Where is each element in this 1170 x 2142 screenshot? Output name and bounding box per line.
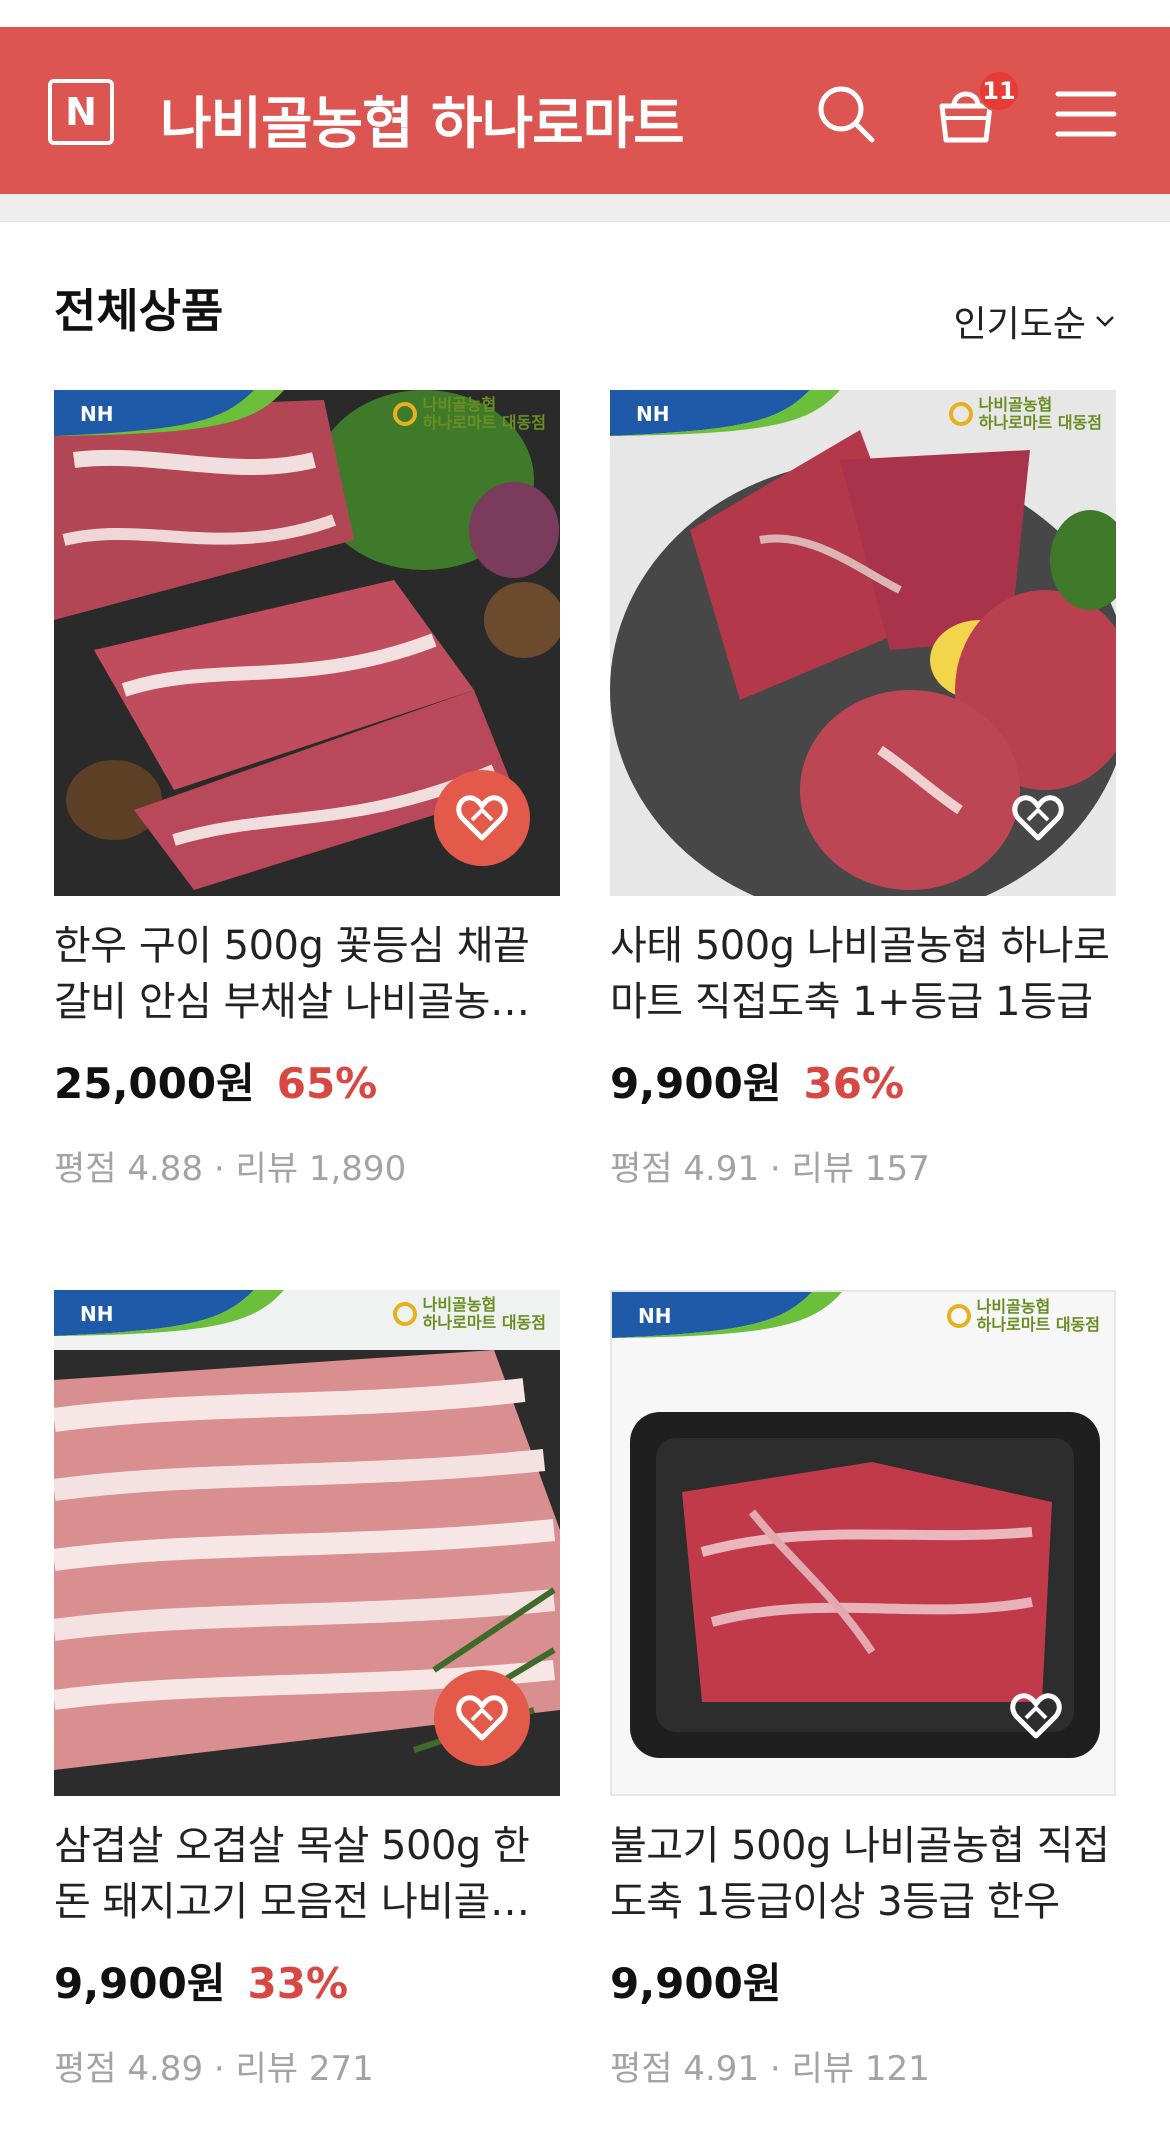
search-icon[interactable] — [810, 78, 882, 150]
product-card[interactable]: NH 나비골농협 하나로마트 대동점 삼겹살 오겹살 목살 500g 한돈 돼지고… — [54, 1290, 560, 2090]
product-title[interactable]: 한우 구이 500g 꽃등심 채끝 갈비 안심 부채살 나비골농협 하나로마트 — [54, 918, 560, 1030]
hamburger-menu-icon[interactable] — [1050, 78, 1122, 150]
heart-icon — [1010, 1693, 1062, 1739]
brand-tag: 나비골농협 하나로마트 대동점 — [948, 395, 1102, 432]
discount-rate: 36% — [803, 1059, 905, 1108]
brand-line1: 나비골농협 — [422, 395, 497, 414]
product-title[interactable]: 불고기 500g 나비골농협 직접도축 1등급이상 3등급 한우 — [610, 1818, 1116, 1930]
discount-rate: 33% — [247, 1959, 349, 2008]
nh-logo-text: NH — [80, 1302, 114, 1326]
product-image[interactable]: NH 나비골농협 하나로마트 대동점 — [610, 1290, 1116, 1796]
product-price: 9,900원 — [54, 1959, 226, 2008]
sort-label: 인기도순 — [953, 304, 1086, 345]
discount-rate: 65% — [276, 1059, 378, 1108]
wishlist-button[interactable] — [990, 770, 1086, 866]
product-image[interactable]: NH 나비골농협 하나로마트 대동점 — [54, 390, 560, 896]
product-card[interactable]: NH 나비골농협 하나로마트 대동점 한우 구이 500g 꽃등심 채끝 갈비 안… — [54, 390, 560, 1190]
price-row: 9,900원 33% — [54, 1950, 560, 2011]
store-logo[interactable]: N — [48, 79, 114, 145]
brand-tag: 나비골농협 하나로마트 대동점 — [946, 1297, 1100, 1334]
heart-icon — [456, 1695, 508, 1741]
chevron-down-icon — [1096, 316, 1114, 327]
rating-review: 평점 4.91 · 리뷰 121 — [610, 2049, 930, 2089]
cart-count-badge: 11 — [978, 70, 1020, 112]
nh-logo-text: NH — [636, 402, 670, 426]
product-card[interactable]: NH 나비골농협 하나로마트 대동점 불고기 500g 나비골농협 직접도축 1등… — [610, 1290, 1116, 2090]
nh-logo-text: NH — [638, 1304, 672, 1328]
brand-line2: 하나로마트 대동점 — [422, 413, 546, 432]
product-price: 25,000원 — [54, 1059, 255, 1108]
brand-seal-icon — [392, 1302, 417, 1326]
product-price: 9,900원 — [610, 1959, 782, 2008]
brand-seal-icon — [392, 402, 417, 426]
section-title: 전체상품 — [54, 284, 224, 338]
brand-tag: 나비골농협 하나로마트 대동점 — [392, 395, 546, 432]
brand-line1: 나비골농협 — [976, 1297, 1051, 1316]
brand-line1: 나비골농협 — [978, 395, 1053, 414]
brand-line2: 하나로마트 대동점 — [978, 413, 1102, 432]
rating-review: 평점 4.89 · 리뷰 271 — [54, 2049, 374, 2089]
rating-review: 평점 4.91 · 리뷰 157 — [610, 1149, 930, 1189]
wishlist-button[interactable] — [434, 1670, 530, 1766]
price-row: 9,900원 36% — [610, 1050, 1116, 1111]
heart-icon — [1012, 795, 1064, 841]
product-title[interactable]: 사태 500g 나비골농협 하나로마트 직접도축 1+등급 1등급 — [610, 918, 1116, 1030]
product-price: 9,900원 — [610, 1059, 782, 1108]
wishlist-button[interactable] — [988, 1668, 1084, 1764]
product-title[interactable]: 삼겹살 오겹살 목살 500g 한돈 돼지고기 모음전 나비골농협 — [54, 1818, 560, 1930]
brand-seal-icon — [948, 402, 973, 426]
price-row: 25,000원 65% — [54, 1050, 560, 1111]
product-card[interactable]: NH 나비골농협 하나로마트 대동점 사태 500g 나비골농협 하나로마트 직접… — [610, 390, 1116, 1190]
logo-letter: N — [65, 90, 97, 134]
heart-icon — [456, 795, 508, 841]
brand-tag: 나비골농협 하나로마트 대동점 — [392, 1295, 546, 1332]
product-image[interactable]: NH 나비골농협 하나로마트 대동점 — [610, 390, 1116, 896]
store-title[interactable]: 나비골농협 하나로마트 — [160, 97, 685, 153]
brand-seal-icon — [946, 1304, 971, 1328]
wishlist-button[interactable] — [434, 770, 530, 866]
brand-line1: 나비골농협 — [422, 1295, 497, 1314]
sort-dropdown[interactable]: 인기도순 — [954, 295, 1116, 347]
product-image[interactable]: NH 나비골농협 하나로마트 대동점 — [54, 1290, 560, 1796]
rating-review: 평점 4.88 · 리뷰 1,890 — [54, 1149, 407, 1189]
header-divider — [0, 194, 1170, 222]
brand-line2: 하나로마트 대동점 — [422, 1313, 546, 1332]
price-row: 9,900원 — [610, 1950, 1116, 2011]
brand-line2: 하나로마트 대동점 — [976, 1315, 1100, 1334]
nh-logo-text: NH — [80, 402, 114, 426]
